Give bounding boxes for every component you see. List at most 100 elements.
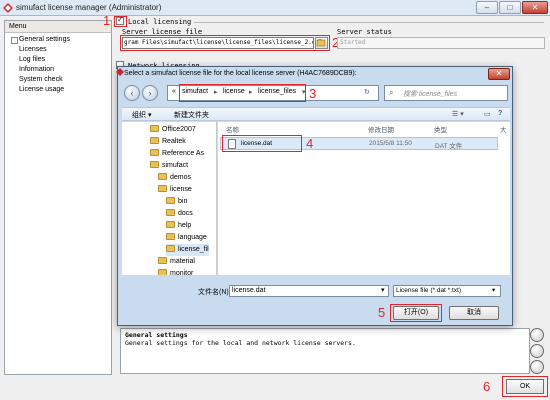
dialog-nav-bar: ‹ › « simufact ▸ license ▸ license_files… (122, 82, 510, 104)
forward-arrow-icon[interactable]: › (142, 85, 158, 101)
annotation-6: 6 (483, 379, 491, 394)
browse-button[interactable] (315, 37, 328, 49)
tree-label: language (178, 234, 207, 241)
annotation-5: 5 (378, 305, 386, 320)
menu-item-general-settings[interactable]: General settings (11, 35, 111, 45)
tree-label: simufact (162, 162, 189, 169)
annotation-box-4 (222, 135, 302, 152)
tree-label: license (170, 186, 192, 193)
filetype-dropdown-icon: ▾ (492, 287, 496, 294)
tree-item-help[interactable]: help (166, 220, 191, 232)
tree-label: Office2007 (162, 126, 196, 133)
filetype-select[interactable]: License file (*.dat *.txt) ▾ (393, 285, 501, 297)
tree-label: help (178, 222, 192, 229)
main-titlebar: simufact license manager (Administrator)… (0, 0, 550, 16)
tree-item-reference[interactable]: Reference As (150, 148, 204, 160)
section-divider (194, 22, 544, 23)
tree-label: license_fil (178, 246, 209, 253)
folder-icon (166, 197, 175, 204)
folder-icon (150, 125, 159, 132)
ok-button[interactable]: OK (506, 379, 544, 394)
folder-icon (158, 185, 167, 192)
tree-item-bin[interactable]: bin (166, 196, 187, 208)
menu-item-system-check[interactable]: System check (11, 75, 111, 85)
window-title: simufact license manager (Administrator) (16, 3, 162, 12)
column-header-name[interactable]: 名称 (226, 124, 239, 134)
menu-item-licenses[interactable]: Licenses (11, 45, 111, 55)
filename-label: 文件名(N): (198, 289, 231, 296)
refresh-icon[interactable] (530, 360, 544, 374)
tree-item-demos[interactable]: demos (158, 172, 191, 184)
menu-tree: General settings Licenses Log files Info… (11, 35, 111, 95)
file-type: DAT 文件 (435, 143, 463, 150)
menu-item-license-usage[interactable]: License usage (11, 85, 111, 95)
search-icon: ⌕ (389, 88, 394, 97)
local-licensing-label: Local licensing (128, 18, 192, 26)
cancel-button[interactable]: 取消 (449, 306, 499, 320)
folder-icon (158, 269, 167, 275)
dialog-close-button[interactable]: ✕ (488, 68, 510, 80)
column-header-size[interactable]: 大 (500, 124, 507, 134)
dialog-footer: 文件名(N): license.dat ▾ License file (*.da… (122, 279, 510, 323)
tree-label: monitor (170, 270, 194, 275)
maximize-button[interactable]: □ (499, 1, 521, 14)
close-button[interactable]: ✕ (522, 1, 548, 14)
folder-icon (158, 257, 167, 264)
folder-icon (166, 245, 175, 252)
license-file-path-input[interactable]: gram Files\simufact\license\license_file… (122, 37, 314, 49)
tree-label: Realtek (162, 138, 186, 145)
tree-item-simufact[interactable]: simufact (150, 160, 188, 172)
column-header-type[interactable]: 类型 (434, 124, 447, 134)
tree-label: docs (178, 210, 193, 217)
folder-icon (166, 209, 175, 216)
column-header-modified[interactable]: 修改日期 (368, 124, 394, 134)
open-button[interactable]: 打开(O) (393, 306, 439, 320)
dialog-logo-icon (116, 68, 124, 76)
folder-icon (166, 233, 175, 240)
filetype-value: License file (*.dat *.txt) (396, 287, 462, 294)
breadcrumb-overflow[interactable]: « (172, 88, 176, 95)
tree-item-license[interactable]: license (158, 184, 192, 196)
annotation-4: 4 (306, 136, 314, 151)
tree-item-material[interactable]: material (158, 256, 195, 268)
filename-dropdown-icon[interactable]: ▾ (381, 286, 385, 294)
info-icon[interactable] (530, 344, 544, 358)
tree-label: bin (178, 198, 188, 205)
folder-icon (150, 161, 159, 168)
description-title: General settings (125, 331, 188, 339)
description-text: General settings for the local and netwo… (125, 339, 356, 347)
tree-item-monitor[interactable]: monitor (158, 268, 193, 275)
tree-item-docs[interactable]: docs (166, 208, 193, 220)
folder-tree: Office2007 Realtek Reference As simufact… (122, 122, 217, 275)
tree-item-license-files[interactable]: license_fil (166, 244, 209, 256)
back-arrow-icon[interactable]: ‹ (124, 85, 140, 101)
description-area: General settings General settings for th… (120, 328, 530, 374)
refresh-arrow-icon[interactable]: ↻ (364, 88, 370, 96)
preview-pane-icon[interactable]: ▭ (484, 110, 491, 118)
tree-item-language[interactable]: language (166, 232, 207, 244)
organize-button[interactable]: 组织 ▾ (132, 110, 151, 120)
tree-item-realtek[interactable]: Realtek (150, 136, 186, 148)
file-modified: 2015/5/8 11:50 (369, 140, 412, 147)
folder-open-icon (316, 39, 326, 47)
annotation-box-3 (179, 84, 306, 102)
annotation-3: 3 (309, 86, 317, 101)
search-input[interactable]: ⌕ 搜索 license_files (384, 85, 508, 101)
search-placeholder: 搜索 license_files (403, 91, 458, 98)
menu-item-log-files[interactable]: Log files (11, 55, 111, 65)
folder-icon (150, 149, 159, 156)
server-status-label: Server status (337, 28, 392, 36)
new-folder-button[interactable]: 新建文件夹 (174, 110, 209, 120)
tree-item-office2007[interactable]: Office2007 (150, 124, 196, 136)
tree-label: material (170, 258, 195, 265)
help-question-icon[interactable]: ? (498, 110, 502, 117)
filename-input[interactable]: license.dat (229, 285, 389, 297)
tree-label: demos (170, 174, 192, 181)
dialog-title: Select a simufact license file for the l… (124, 70, 357, 77)
folder-icon (158, 173, 167, 180)
view-options-icon[interactable]: ☰ ▾ (452, 110, 464, 118)
local-licensing-checkbox[interactable] (116, 15, 124, 25)
menu-item-information[interactable]: Information (11, 65, 111, 75)
minimize-button[interactable]: – (476, 1, 498, 14)
help-icon[interactable] (530, 328, 544, 342)
